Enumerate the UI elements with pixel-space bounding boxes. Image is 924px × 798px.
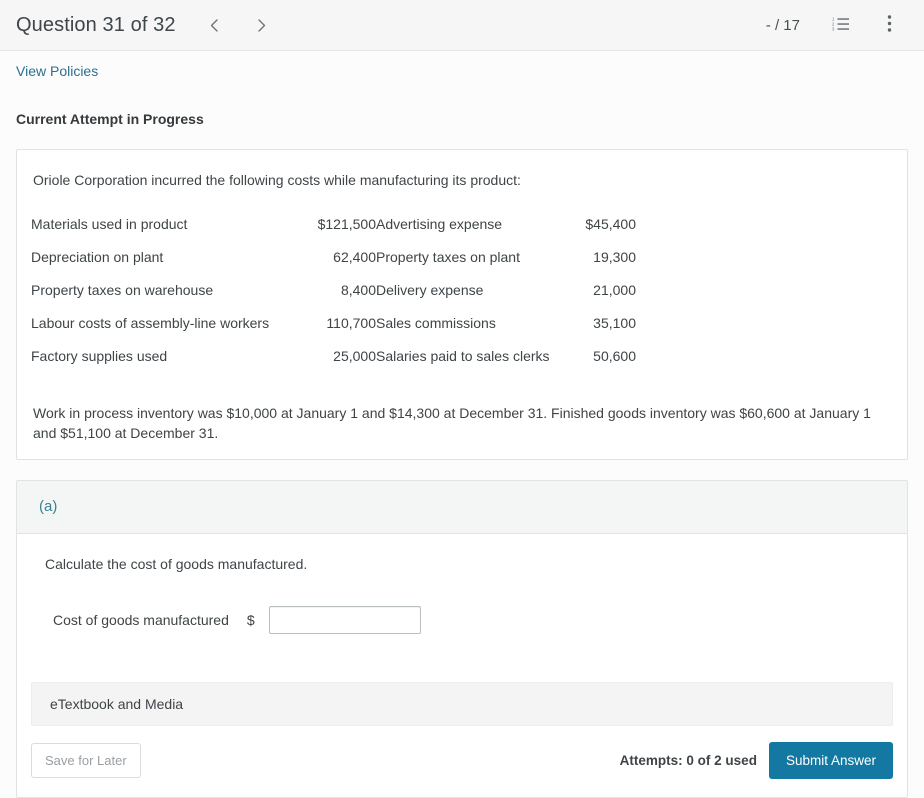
- kebab-menu-icon: [887, 14, 892, 36]
- policies-row: View Policies: [0, 51, 924, 81]
- chevron-left-icon: [208, 18, 221, 33]
- question-header: Question 31 of 32 - / 17 1 2 3: [0, 0, 924, 51]
- cost-amount-right: $45,400: [585, 216, 636, 232]
- svg-text:3: 3: [832, 26, 835, 31]
- inventory-note: Work in process inventory was $10,000 at…: [33, 405, 871, 441]
- costs-table: Materials used in product $121,500 Adver…: [31, 210, 636, 375]
- current-attempt-heading: Current Attempt in Progress: [16, 111, 204, 127]
- part-a-prompt: Calculate the cost of goods manufactured…: [45, 556, 308, 572]
- problem-intro-text: Oriole Corporation incurred the followin…: [33, 172, 521, 188]
- table-row: Property taxes on warehouse 8,400 Delive…: [31, 276, 636, 309]
- answer-field-label: Cost of goods manufactured: [53, 612, 229, 628]
- action-bar: Save for Later Attempts: 0 of 2 used Sub…: [31, 742, 893, 797]
- chevron-right-icon: [255, 18, 268, 33]
- etextbook-and-media-bar[interactable]: eTextbook and Media: [31, 682, 893, 726]
- more-options-button[interactable]: [874, 10, 904, 40]
- view-policies-link[interactable]: View Policies: [16, 63, 98, 79]
- cost-amount-left: 110,700: [326, 315, 376, 331]
- cost-label-left: Materials used in product: [31, 216, 188, 232]
- question-content: View Policies Current Attempt in Progres…: [0, 51, 924, 798]
- cost-label-right: Sales commissions: [376, 315, 496, 331]
- part-a-card: (a) Calculate the cost of goods manufact…: [16, 480, 908, 798]
- ordered-list-icon: 1 2 3: [832, 16, 850, 35]
- cost-label-right: Advertising expense: [376, 216, 503, 232]
- cost-label-left: Depreciation on plant: [31, 249, 164, 265]
- cost-amount-left: 25,000: [333, 348, 376, 364]
- cost-amount-right: 21,000: [593, 282, 636, 298]
- cost-amount-right: 19,300: [593, 249, 636, 265]
- question-list-button[interactable]: 1 2 3: [826, 10, 856, 40]
- part-a-label: (a): [39, 498, 58, 515]
- problem-statement-body: Oriole Corporation incurred the followin…: [17, 150, 907, 459]
- table-row: Labour costs of assembly-line workers 11…: [31, 309, 636, 342]
- table-row: Depreciation on plant 62,400 Property ta…: [31, 243, 636, 276]
- cost-amount-right: 35,100: [593, 315, 636, 331]
- table-row: Factory supplies used 25,000 Salaries pa…: [31, 342, 636, 375]
- next-question-button[interactable]: [245, 8, 279, 42]
- cost-label-left: Factory supplies used: [31, 348, 168, 364]
- submit-answer-button[interactable]: Submit Answer: [768, 742, 893, 779]
- cost-amount-left: $121,500: [317, 216, 376, 232]
- cost-amount-left: 8,400: [340, 282, 376, 298]
- part-a-body: Calculate the cost of goods manufactured…: [17, 534, 907, 644]
- cost-of-goods-manufactured-input[interactable]: [268, 606, 421, 634]
- cost-label-right: Property taxes on plant: [376, 249, 520, 265]
- cost-label-left: Property taxes on warehouse: [31, 282, 214, 298]
- answer-row: Cost of goods manufactured $: [45, 606, 907, 634]
- question-navigation: [198, 8, 279, 42]
- cost-label-right: Salaries paid to sales clerks: [376, 348, 550, 364]
- cost-label-right: Delivery expense: [376, 282, 484, 298]
- score-display: - / 17: [765, 16, 800, 34]
- costs-table-body: Materials used in product $121,500 Adver…: [31, 210, 636, 375]
- cost-amount-left: 62,400: [333, 249, 376, 265]
- cost-amount-right: 50,600: [593, 348, 636, 364]
- cost-label-left: Labour costs of assembly-line workers: [31, 315, 270, 331]
- problem-statement-card: Oriole Corporation incurred the followin…: [16, 149, 908, 460]
- page-title: Question 31 of 32: [16, 13, 176, 36]
- currency-symbol: $: [246, 612, 255, 628]
- table-row: Materials used in product $121,500 Adver…: [31, 210, 636, 243]
- previous-question-button[interactable]: [198, 8, 232, 42]
- part-a-header: (a): [17, 481, 907, 534]
- attempts-counter: Attempts: 0 of 2 used: [619, 753, 757, 768]
- save-for-later-button[interactable]: Save for Later: [31, 743, 141, 778]
